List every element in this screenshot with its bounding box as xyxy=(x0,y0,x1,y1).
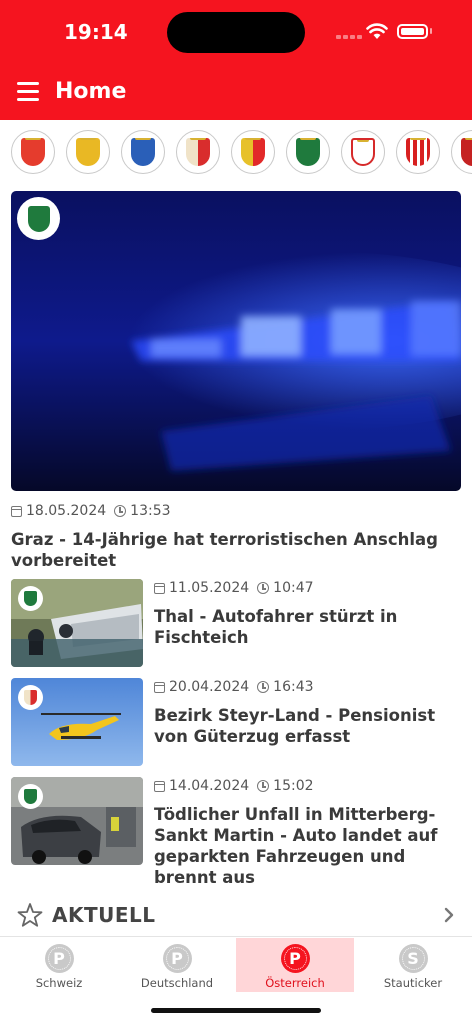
article-date: 14.04.2024 xyxy=(169,778,250,794)
section-aktuell[interactable]: AKTUELL xyxy=(0,896,472,936)
kaernten-crest-icon[interactable] xyxy=(66,130,110,174)
battery-icon xyxy=(397,24,428,39)
status-time: 19:14 xyxy=(64,20,128,44)
calendar-icon xyxy=(154,681,165,693)
vorarlberg-crest-icon[interactable] xyxy=(396,130,440,174)
tab-label: Österreich xyxy=(265,976,325,990)
tab-label: Stauticker xyxy=(383,976,443,990)
tab-stauticker[interactable]: S Stauticker xyxy=(354,938,472,992)
article-date: 11.05.2024 xyxy=(169,580,250,596)
dynamic-island xyxy=(167,12,305,53)
app-bar: Home xyxy=(0,66,472,120)
hero-meta: 18.05.2024 13:53 xyxy=(11,503,171,519)
cellular-signal-icon xyxy=(336,35,362,41)
article-time: 10:47 xyxy=(273,580,314,596)
region-crest-carousel[interactable] xyxy=(0,126,472,182)
hero-headline[interactable]: Graz - 14-Jährige hat terroristischen An… xyxy=(11,529,461,571)
clock-icon xyxy=(257,681,270,693)
home-indicator[interactable] xyxy=(151,1008,321,1013)
calendar-icon xyxy=(154,780,165,792)
article-time: 15:02 xyxy=(273,778,314,794)
article-headline[interactable]: Tödlicher Unfall in Mitterberg-Sankt Mar… xyxy=(154,804,464,888)
niederoesterreich-crest-icon[interactable] xyxy=(121,130,165,174)
steiermark-crest-icon[interactable] xyxy=(286,130,330,174)
steiermark-crest-icon xyxy=(17,197,60,240)
article-meta: 20.04.2024 16:43 xyxy=(154,679,314,695)
clock-icon xyxy=(257,780,270,792)
parking-coin-icon: P xyxy=(44,944,74,973)
stauticker-coin-icon: S xyxy=(398,944,428,973)
parking-coin-icon: P xyxy=(162,944,192,973)
article-time: 16:43 xyxy=(273,679,314,695)
calendar-icon xyxy=(11,505,22,517)
wien-crest-icon[interactable] xyxy=(451,130,472,174)
article-meta: 11.05.2024 10:47 xyxy=(154,580,314,596)
oberoesterreich-crest-icon xyxy=(18,685,43,710)
status-bar: 19:14 xyxy=(0,0,472,66)
hero-image[interactable] xyxy=(11,191,461,491)
oberoesterreich-crest-icon[interactable] xyxy=(176,130,220,174)
hamburger-menu-icon[interactable] xyxy=(17,82,39,102)
article-date: 20.04.2024 xyxy=(169,679,250,695)
article-headline[interactable]: Bezirk Steyr-Land - Pensionist von Güter… xyxy=(154,705,464,747)
salzburg-crest-icon[interactable] xyxy=(231,130,275,174)
article-meta: 14.04.2024 15:02 xyxy=(154,778,314,794)
wifi-icon xyxy=(366,23,388,39)
steiermark-crest-icon xyxy=(18,784,43,809)
parking-coin-icon: P xyxy=(280,944,310,973)
tab-oesterreich[interactable]: P Österreich xyxy=(236,938,354,992)
clock-icon xyxy=(257,582,270,594)
section-title: AKTUELL xyxy=(52,903,156,927)
chevron-right-icon[interactable] xyxy=(442,906,456,924)
tirol-crest-icon[interactable] xyxy=(341,130,385,174)
tab-label: Deutschland xyxy=(140,976,214,990)
star-outline-icon xyxy=(17,903,43,927)
tab-schweiz[interactable]: P Schweiz xyxy=(0,938,118,992)
article-time: 13:53 xyxy=(130,503,171,519)
page-title: Home xyxy=(55,79,127,104)
calendar-icon xyxy=(154,582,165,594)
steiermark-crest-icon xyxy=(18,586,43,611)
tab-label: Schweiz xyxy=(35,976,83,990)
clock-icon xyxy=(114,505,127,517)
battery-tip xyxy=(430,28,432,34)
burgenland-crest-icon[interactable] xyxy=(11,130,55,174)
article-headline[interactable]: Thal - Autofahrer stürzt in Fischteich xyxy=(154,606,464,648)
tab-deutschland[interactable]: P Deutschland xyxy=(118,938,236,992)
article-date: 18.05.2024 xyxy=(26,503,107,519)
